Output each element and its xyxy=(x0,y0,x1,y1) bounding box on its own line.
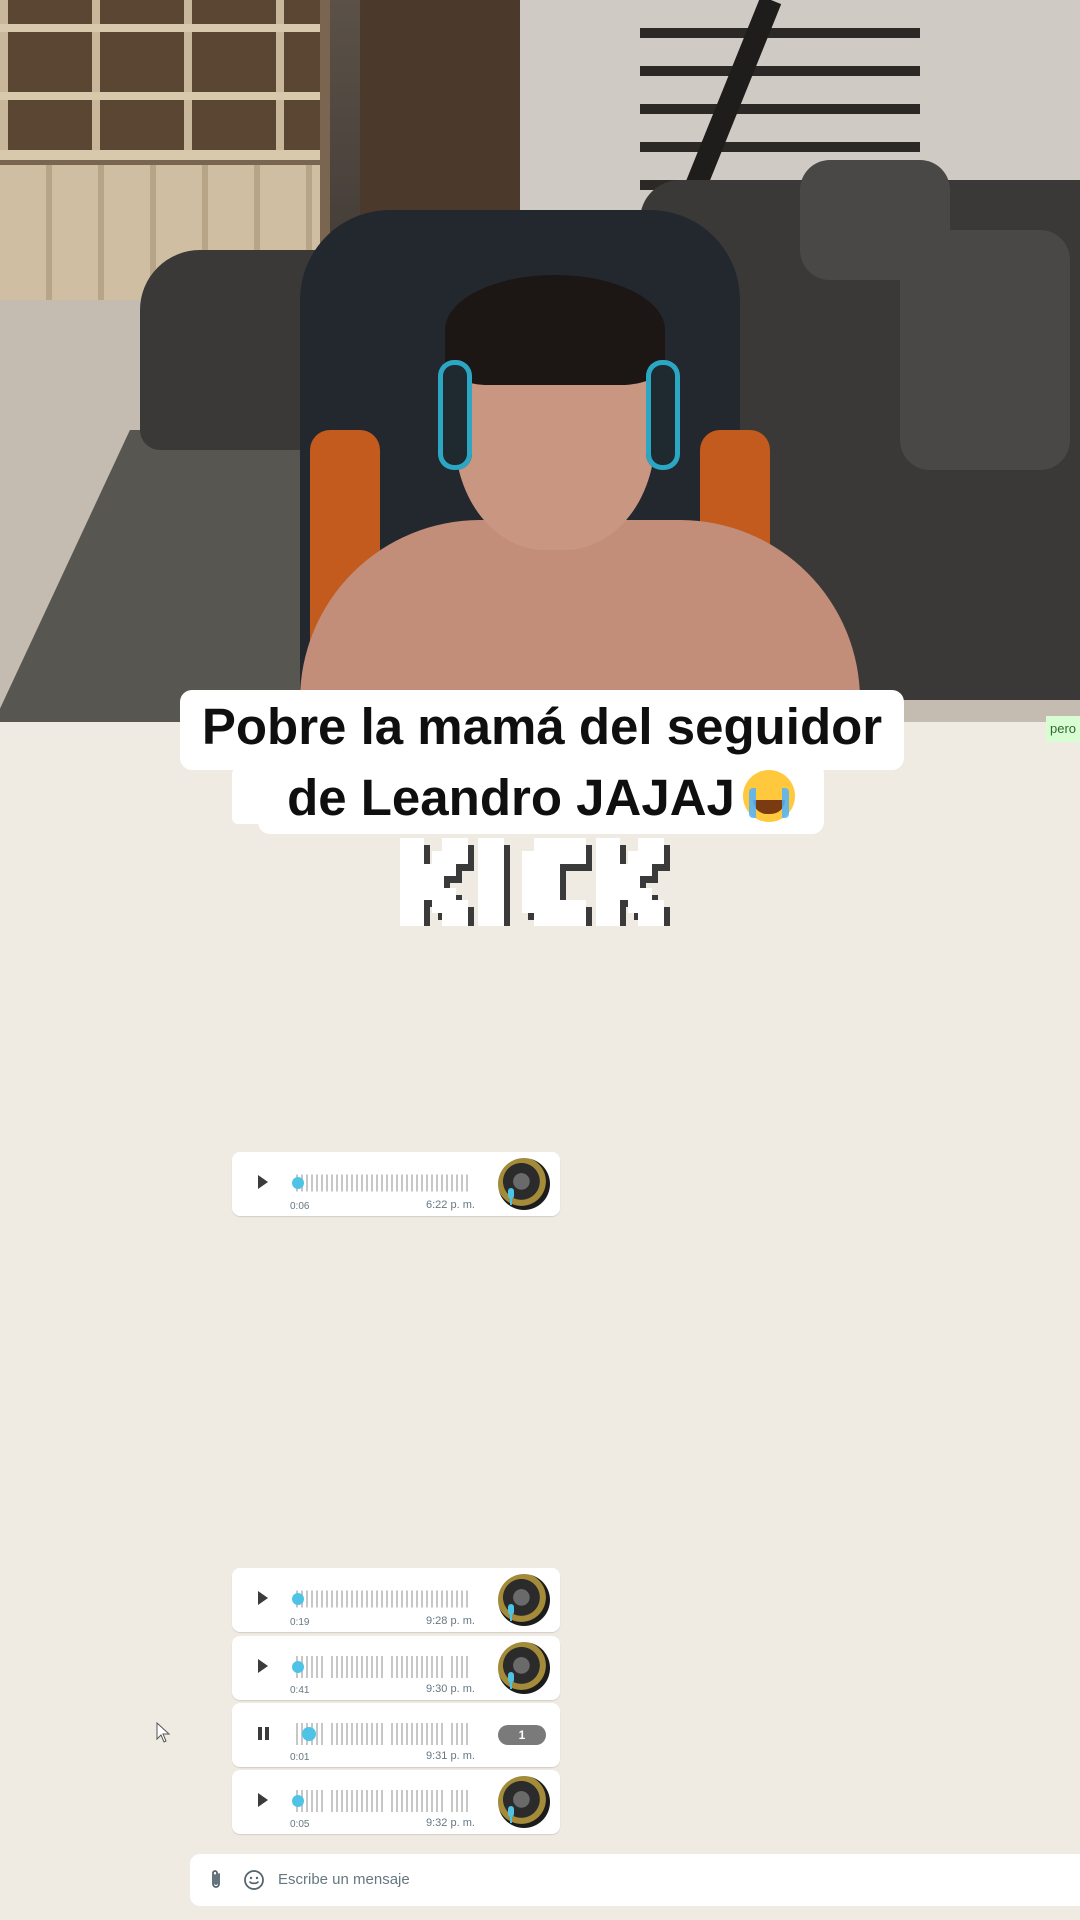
voice-message: 0:01 9:31 p. m. 1 xyxy=(232,1703,560,1767)
message-time: 9:32 p. m. xyxy=(426,1817,475,1829)
voice-duration: 0:06 xyxy=(290,1201,310,1212)
caption-text-1: Pobre la mamá del seguidor xyxy=(201,698,883,755)
shelf-divider xyxy=(0,92,320,100)
mic-icon xyxy=(506,1806,516,1824)
message-time: 9:31 p. m. xyxy=(426,1750,475,1762)
voice-message: 0:05 9:32 p. m. xyxy=(232,1770,560,1834)
message-composer: Escribe un mensaje xyxy=(190,1854,1080,1906)
message-time: 9:30 p. m. xyxy=(426,1683,475,1695)
attach-icon[interactable] xyxy=(204,1868,228,1892)
play-icon[interactable] xyxy=(254,1790,274,1810)
sticker-icon[interactable] xyxy=(242,1868,266,1892)
play-icon[interactable] xyxy=(254,1656,274,1676)
audio-waveform[interactable] xyxy=(296,1790,468,1812)
crying-face-icon xyxy=(742,770,795,822)
message-input[interactable]: Escribe un mensaje xyxy=(278,1871,410,1888)
message-time: 9:28 p. m. xyxy=(426,1615,475,1627)
audio-waveform[interactable] xyxy=(296,1723,468,1745)
mic-icon xyxy=(506,1604,516,1622)
playback-speed-button[interactable]: 1 xyxy=(498,1725,546,1745)
voice-message: 0:06 6:22 p. m. xyxy=(232,1152,560,1216)
voice-duration: 0:05 xyxy=(290,1819,310,1830)
pause-icon[interactable] xyxy=(254,1723,274,1743)
shelf-divider xyxy=(0,24,320,32)
playback-scrubber[interactable] xyxy=(292,1177,304,1189)
audio-waveform[interactable] xyxy=(296,1172,468,1194)
play-icon[interactable] xyxy=(254,1588,274,1608)
sofa-cushion xyxy=(900,230,1070,470)
caption-line-1: Pobre la mamá del seguidor xyxy=(180,690,904,770)
playback-scrubber[interactable] xyxy=(292,1661,304,1673)
playback-scrubber[interactable] xyxy=(302,1727,316,1741)
kick-logo-svg xyxy=(400,838,670,933)
audio-waveform[interactable] xyxy=(296,1656,468,1678)
voice-duration: 0:41 xyxy=(290,1685,310,1696)
kick-logo xyxy=(400,838,686,933)
mic-icon xyxy=(506,1672,516,1690)
cursor-icon xyxy=(156,1722,171,1743)
playback-scrubber[interactable] xyxy=(292,1795,304,1807)
voice-duration: 0:19 xyxy=(290,1617,310,1628)
outgoing-message-peek: pero xyxy=(1046,716,1080,742)
playback-scrubber[interactable] xyxy=(292,1593,304,1605)
voice-duration: 0:01 xyxy=(290,1752,310,1763)
webcam-video xyxy=(0,0,1080,722)
voice-message: 0:41 9:30 p. m. xyxy=(232,1636,560,1700)
headphone-right xyxy=(646,360,680,470)
audio-waveform[interactable] xyxy=(296,1588,468,1610)
headphone-left xyxy=(438,360,472,470)
caption-text-2: de Leandro JAJAJ xyxy=(287,769,735,826)
voice-message: 0:19 9:28 p. m. xyxy=(232,1568,560,1632)
streamer-hair xyxy=(445,275,665,385)
play-icon[interactable] xyxy=(254,1172,274,1192)
mic-icon xyxy=(506,1188,516,1206)
caption-line-2: de Leandro JAJAJ xyxy=(258,762,824,834)
message-time: 6:22 p. m. xyxy=(426,1199,475,1211)
